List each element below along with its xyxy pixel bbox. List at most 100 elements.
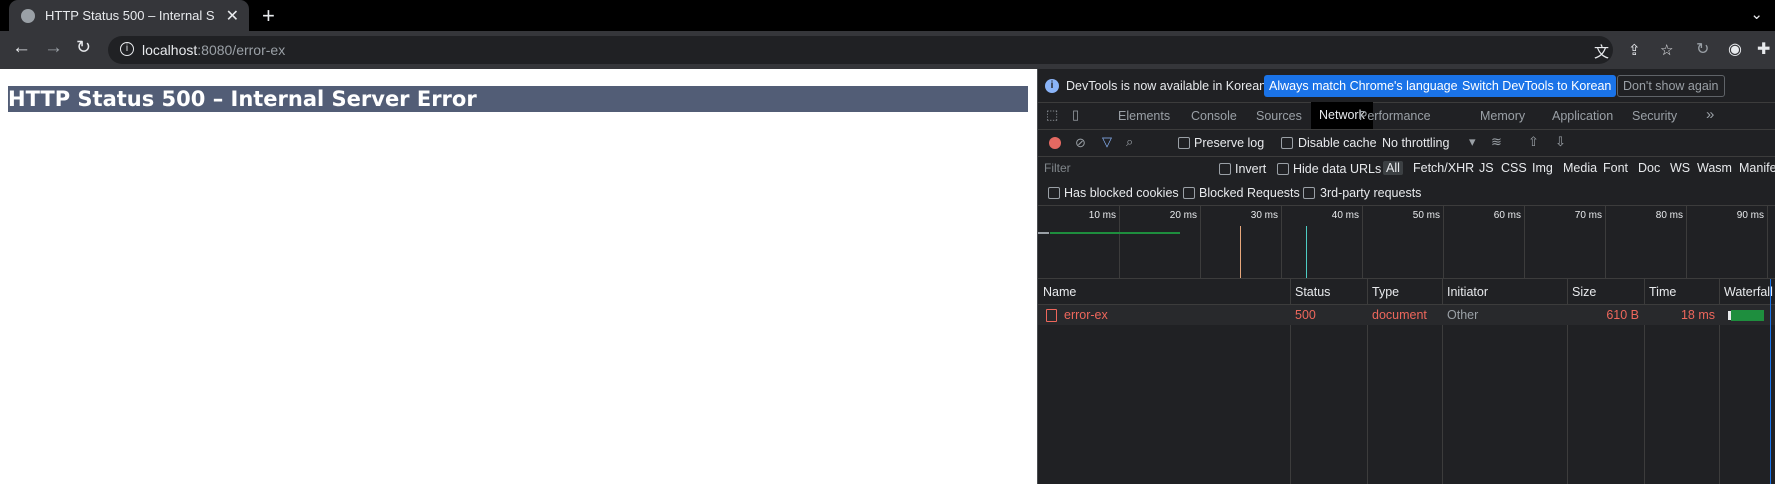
import-har-icon[interactable]: ⇧ bbox=[1528, 134, 1539, 150]
throttling-select[interactable]: No throttling bbox=[1382, 136, 1449, 150]
network-conditions-icon[interactable]: ≋ bbox=[1491, 134, 1502, 150]
back-button[interactable]: ← bbox=[12, 37, 31, 59]
has-blocked-cookies-checkbox[interactable] bbox=[1048, 187, 1060, 199]
tick-label: 80 ms bbox=[1655, 210, 1683, 221]
overview-gridline bbox=[1200, 206, 1201, 278]
match-language-button[interactable]: Always match Chrome's language bbox=[1264, 75, 1463, 97]
record-icon[interactable] bbox=[1049, 137, 1061, 149]
type-filter-all[interactable]: All bbox=[1383, 161, 1403, 175]
type-filter-doc[interactable]: Doc bbox=[1638, 161, 1660, 175]
type-filter-js[interactable]: JS bbox=[1479, 161, 1494, 175]
dom-content-loaded-marker bbox=[1240, 226, 1241, 278]
overview-gridline bbox=[1119, 206, 1120, 278]
tick-label: 30 ms bbox=[1250, 210, 1278, 221]
address-bar[interactable]: i localhost:8080/error-ex 文 ⇪ ☆ bbox=[108, 36, 1673, 64]
share-icon[interactable]: ⇪ bbox=[1628, 41, 1641, 59]
search-icon[interactable]: ⌕ bbox=[1126, 134, 1133, 150]
camera-icon[interactable]: ◉ bbox=[1728, 39, 1742, 59]
column-size[interactable]: Size bbox=[1572, 285, 1596, 299]
third-party-checkbox[interactable] bbox=[1303, 187, 1315, 199]
new-tab-button[interactable]: + bbox=[262, 3, 275, 29]
request-status: 500 bbox=[1295, 308, 1316, 322]
type-filter-font[interactable]: Font bbox=[1603, 161, 1628, 175]
column-status[interactable]: Status bbox=[1295, 285, 1330, 299]
type-filter-ws[interactable]: WS bbox=[1670, 161, 1690, 175]
switch-korean-button[interactable]: Switch DevTools to Korean bbox=[1457, 75, 1617, 97]
device-toolbar-icon[interactable]: ▯ bbox=[1072, 107, 1079, 123]
translate-icon[interactable]: 文 bbox=[1594, 41, 1609, 62]
blocked-requests-label: Blocked Requests bbox=[1199, 186, 1300, 200]
refresh-extension-icon[interactable]: ↻ bbox=[1696, 39, 1709, 59]
bookmark-star-icon[interactable]: ☆ bbox=[1660, 41, 1673, 59]
browser-tab[interactable]: HTTP Status 500 – Internal Server Error … bbox=[9, 0, 249, 31]
hide-data-urls-label: Hide data URLs bbox=[1293, 162, 1382, 176]
type-filter-img[interactable]: Img bbox=[1532, 161, 1553, 175]
tab-console[interactable]: Console bbox=[1191, 109, 1237, 123]
tab-performance[interactable]: Performance bbox=[1359, 109, 1431, 123]
reload-button[interactable]: ↻ bbox=[76, 37, 91, 58]
overview-gridline bbox=[1686, 206, 1687, 278]
invert-checkbox[interactable] bbox=[1219, 163, 1231, 175]
clear-icon[interactable]: ⊘ bbox=[1075, 135, 1086, 151]
page-content: HTTP Status 500 – Internal Server Error bbox=[0, 69, 1037, 484]
request-name[interactable]: error-ex bbox=[1064, 308, 1108, 322]
preserve-log-label: Preserve log bbox=[1194, 136, 1265, 150]
third-party-label: 3rd-party requests bbox=[1320, 186, 1422, 200]
tab-title: HTTP Status 500 – Internal Server Error bbox=[45, 8, 215, 23]
network-toolbar: ⊘ ▽ ⌕ Preserve log Disable cache No thro… bbox=[1038, 129, 1775, 157]
devtools-panel: i DevTools is now available in Korean! A… bbox=[1037, 69, 1775, 484]
type-filter-wasm[interactable]: Wasm bbox=[1697, 161, 1732, 175]
tick-label: 90 ms bbox=[1736, 210, 1764, 221]
filter-icon[interactable]: ▽ bbox=[1102, 134, 1112, 150]
column-time[interactable]: Time bbox=[1649, 285, 1676, 299]
overview-gridline bbox=[1443, 206, 1444, 278]
tab-sources[interactable]: Sources bbox=[1256, 109, 1302, 123]
tab-application[interactable]: Application bbox=[1552, 109, 1613, 123]
browser-toolbar: ← → ↻ i localhost:8080/error-ex 文 ⇪ ☆ ↻ … bbox=[0, 31, 1775, 69]
dropdown-arrow-icon[interactable]: ▾ bbox=[1469, 134, 1476, 150]
tab-search-chevron-icon[interactable]: ⌄ bbox=[1750, 5, 1763, 23]
overview-gridline bbox=[1767, 206, 1768, 278]
tick-label: 40 ms bbox=[1331, 210, 1359, 221]
disable-cache-label: Disable cache bbox=[1298, 136, 1377, 150]
type-filter-css[interactable]: CSS bbox=[1501, 161, 1527, 175]
extensions-puzzle-icon[interactable]: ✚ bbox=[1757, 39, 1770, 59]
type-filter-fetch-xhr[interactable]: Fetch/XHR bbox=[1413, 161, 1474, 175]
inspect-element-icon[interactable]: ⬚ bbox=[1046, 107, 1058, 123]
info-icon: i bbox=[1045, 79, 1059, 93]
column-type[interactable]: Type bbox=[1372, 285, 1399, 299]
devtools-panel-tabs: ⬚ ▯ Elements Console Sources Network Per… bbox=[1038, 102, 1775, 130]
requests-table: Name Status Type Initiator Size Time Wat… bbox=[1038, 279, 1775, 484]
tick-label: 10 ms bbox=[1088, 210, 1116, 221]
forward-button[interactable]: → bbox=[44, 37, 63, 59]
tab-security[interactable]: Security bbox=[1632, 109, 1677, 123]
close-tab-icon[interactable]: ✕ bbox=[226, 6, 239, 26]
blocked-requests-checkbox[interactable] bbox=[1183, 187, 1195, 199]
more-tabs-button[interactable]: » bbox=[1706, 106, 1714, 123]
export-har-icon[interactable]: ⇩ bbox=[1555, 134, 1566, 150]
column-waterfall[interactable]: Waterfall bbox=[1724, 285, 1773, 299]
preserve-log-checkbox[interactable] bbox=[1178, 137, 1190, 149]
request-initiator: Other bbox=[1447, 308, 1479, 322]
tab-elements[interactable]: Elements bbox=[1118, 109, 1170, 123]
hide-data-urls-checkbox[interactable] bbox=[1277, 163, 1289, 175]
table-header: Name Status Type Initiator Size Time Wat… bbox=[1038, 279, 1775, 305]
tick-label: 20 ms bbox=[1169, 210, 1197, 221]
tab-memory[interactable]: Memory bbox=[1480, 109, 1525, 123]
network-overview[interactable]: 10 ms 20 ms 30 ms 40 ms 50 ms 60 ms 70 m… bbox=[1038, 206, 1775, 279]
filter-input[interactable]: Filter bbox=[1040, 158, 1204, 178]
table-row[interactable]: error-ex 500 document Other 610 B 18 ms bbox=[1038, 305, 1775, 325]
overview-gridline bbox=[1524, 206, 1525, 278]
disable-cache-checkbox[interactable] bbox=[1281, 137, 1293, 149]
site-info-icon[interactable]: i bbox=[120, 42, 134, 56]
column-name[interactable]: Name bbox=[1043, 285, 1076, 299]
dont-show-again-button[interactable]: Don't show again bbox=[1617, 75, 1725, 97]
request-type: document bbox=[1372, 308, 1427, 322]
blocked-filter-bar: Has blocked cookies Blocked Requests 3rd… bbox=[1038, 181, 1775, 206]
infobar-message: DevTools is now available in Korean! bbox=[1066, 79, 1270, 93]
column-initiator[interactable]: Initiator bbox=[1447, 285, 1488, 299]
url-text[interactable]: localhost:8080/error-ex bbox=[142, 42, 285, 58]
type-filter-media[interactable]: Media bbox=[1563, 161, 1597, 175]
type-filter-manifest[interactable]: Manife bbox=[1739, 161, 1775, 175]
has-blocked-cookies-label: Has blocked cookies bbox=[1064, 186, 1179, 200]
